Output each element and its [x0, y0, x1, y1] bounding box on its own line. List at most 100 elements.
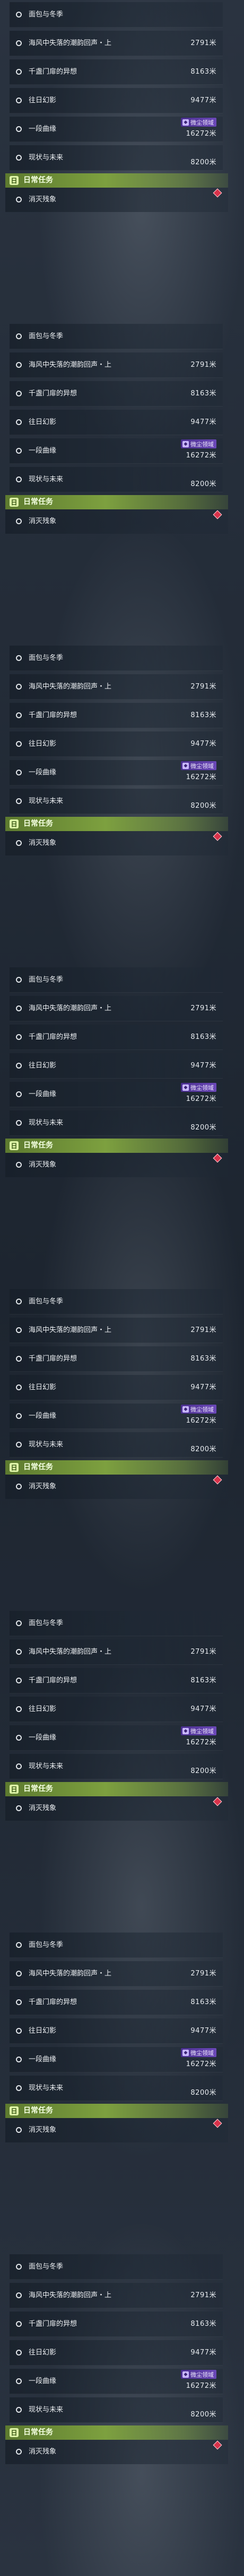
quest-row[interactable]: 现状与未来 8200米: [10, 2397, 223, 2423]
quest-marker-icon: [16, 1942, 22, 1948]
quest-row[interactable]: 千盏门扉的异想 8163米: [10, 1346, 223, 1372]
quest-row[interactable]: 往日幻影 9477米: [10, 1697, 223, 1722]
quest-row[interactable]: 面包与冬季: [10, 324, 223, 349]
quest-row[interactable]: 现状与未来 8200米: [10, 467, 223, 492]
quest-row[interactable]: 海风中失落的潮韵回声・上 2791米: [10, 1639, 223, 1665]
quest-distance: 8163米: [190, 68, 216, 76]
quest-row[interactable]: 海风中失落的潮韵回声・上 2791米: [10, 674, 223, 700]
quest-row[interactable]: 现状与未来 8200米: [10, 2076, 223, 2101]
quest-row[interactable]: 千盏门扉的异想 8163米: [10, 1668, 223, 1693]
quest-marker-icon: [16, 197, 22, 202]
quest-title: 现状与未来: [29, 797, 64, 805]
quest-row[interactable]: 一段曲缘 ◆ 微尘领域 16272米: [10, 1725, 223, 1751]
daily-tasks-header[interactable]: 日日常任务: [5, 2425, 228, 2440]
daily-tasks-header[interactable]: 日日常任务: [5, 495, 228, 509]
quest-row[interactable]: 一段曲缘 ◆ 微尘领域 16272米: [10, 438, 223, 464]
quest-row[interactable]: 往日幻影 9477米: [10, 410, 223, 435]
quest-marker-icon: [16, 419, 22, 425]
quest-distance: 8163米: [190, 1355, 216, 1363]
quest-row[interactable]: 现状与未来 8200米: [10, 789, 223, 814]
quest-row[interactable]: 现状与未来 8200米: [10, 1432, 223, 1458]
quest-title: 一段曲缘: [29, 769, 57, 777]
daily-tasks-header[interactable]: 日日常任务: [5, 1460, 228, 1475]
quest-title: 一段曲缘: [29, 447, 57, 455]
daily-tasks-header[interactable]: 日日常任务: [5, 173, 228, 188]
quest-row[interactable]: 现状与未来 8200米: [10, 1110, 223, 1136]
daily-tasks-label: 日常任务: [23, 1141, 53, 1150]
daily-tasks-header[interactable]: 日日常任务: [5, 817, 228, 831]
quest-title: 现状与未来: [29, 2406, 64, 2414]
daily-quest-row[interactable]: 消灭残象: [5, 2118, 228, 2142]
quest-title: 往日幻影: [29, 1062, 57, 1070]
quest-row[interactable]: 面包与冬季: [10, 2, 223, 28]
quest-row[interactable]: 往日幻影 9477米: [10, 2340, 223, 2366]
daily-quest-row[interactable]: 消灭残象: [5, 2440, 228, 2464]
quest-row[interactable]: 海风中失落的潮韵回声・上 2791米: [10, 2283, 223, 2308]
quest-row[interactable]: 往日幻影 9477米: [10, 1053, 223, 1079]
daily-quest-row[interactable]: 消灭残象: [5, 1796, 228, 1821]
quest-row[interactable]: 一段曲缘 ◆ 微尘领域 16272米: [10, 2369, 223, 2394]
daily-quest-row[interactable]: 消灭残象: [5, 831, 228, 855]
quest-distance: 8200米: [190, 1445, 216, 1453]
quest-row[interactable]: 面包与冬季: [10, 1611, 223, 1636]
quest-distance: 2791米: [190, 39, 216, 47]
daily-quest-row[interactable]: 消灭残象: [5, 188, 228, 212]
quest-row[interactable]: 一段曲缘 ◆ 微尘领域 16272米: [10, 760, 223, 786]
domain-badge-label: 微尘领域: [190, 1084, 214, 1091]
domain-badge: ◆ 微尘领域: [181, 761, 216, 770]
daily-tasks-header[interactable]: 日日常任务: [5, 1782, 228, 1796]
quest-row[interactable]: 面包与冬季: [10, 2254, 223, 2280]
quest-row[interactable]: 往日幻影 9477米: [10, 731, 223, 757]
quest-row[interactable]: 千盏门扉的异想 8163米: [10, 1025, 223, 1050]
quest-row[interactable]: 往日幻影 9477米: [10, 88, 223, 113]
quest-row[interactable]: 面包与冬季: [10, 646, 223, 671]
quest-title: 千盏门扉的异想: [29, 711, 77, 719]
daily-tasks-header[interactable]: 日日常任务: [5, 2104, 228, 2118]
quest-marker-icon: [16, 1442, 22, 1448]
quest-row[interactable]: 一段曲缘 ◆ 微尘领域 16272米: [10, 1404, 223, 1429]
quest-row[interactable]: 往日幻影 9477米: [10, 1375, 223, 1400]
quest-marker-icon: [16, 1327, 22, 1333]
daily-quest-row[interactable]: 消灭残象: [5, 509, 228, 534]
quest-row[interactable]: 海风中失落的潮韵回声・上 2791米: [10, 352, 223, 378]
quest-distance: 8200米: [190, 2089, 216, 2097]
quest-row[interactable]: 千盏门扉的异想 8163米: [10, 1990, 223, 2015]
quest-title: 往日幻影: [29, 740, 57, 748]
quest-row[interactable]: 一段曲缘 ◆ 微尘领域 16272米: [10, 117, 223, 142]
quest-row[interactable]: 面包与冬季: [10, 1933, 223, 1958]
quest-row[interactable]: 千盏门扉的异想 8163米: [10, 2312, 223, 2337]
daily-quest-row[interactable]: 消灭残象: [5, 1153, 228, 1177]
domain-badge: ◆ 微尘领域: [181, 1405, 216, 1414]
quest-title: 现状与未来: [29, 154, 64, 162]
alert-icon: [213, 1475, 222, 1485]
quest-distance: 9477米: [190, 1383, 216, 1391]
domain-icon: ◆: [182, 119, 189, 126]
quest-row[interactable]: 海风中失落的潮韵回声・上 2791米: [10, 996, 223, 1021]
alert-icon: [213, 510, 222, 519]
quest-row[interactable]: 往日幻影 9477米: [10, 2018, 223, 2044]
daily-quest-title: 消灭残象: [29, 2448, 57, 2456]
quest-distance: 2791米: [190, 1970, 216, 1978]
quest-marker-icon: [16, 40, 22, 46]
quest-distance: 8200米: [190, 1124, 216, 1132]
alert-icon: [213, 1797, 222, 1806]
quest-row[interactable]: 海风中失落的潮韵回声・上 2791米: [10, 1318, 223, 1343]
quest-distance: 2791米: [190, 361, 216, 369]
quest-row[interactable]: 海风中失落的潮韵回声・上 2791米: [10, 31, 223, 56]
quest-row[interactable]: 现状与未来 8200米: [10, 1754, 223, 1779]
daily-quest-row[interactable]: 消灭残象: [5, 1475, 228, 1499]
quest-row[interactable]: 一段曲缘 ◆ 微尘领域 16272米: [10, 1082, 223, 1107]
quest-row[interactable]: 千盏门扉的异想 8163米: [10, 59, 223, 85]
domain-badge-label: 微尘领域: [190, 2049, 214, 2057]
quest-row[interactable]: 现状与未来 8200米: [10, 145, 223, 171]
quest-row[interactable]: 千盏门扉的异想 8163米: [10, 381, 223, 407]
quest-row[interactable]: 海风中失落的潮韵回声・上 2791米: [10, 1961, 223, 1987]
quest-title: 海风中失落的潮韵回声・上: [29, 361, 112, 369]
domain-badge: ◆ 微尘领域: [181, 2370, 216, 2379]
quest-row[interactable]: 千盏门扉的异想 8163米: [10, 703, 223, 728]
quest-row[interactable]: 一段曲缘 ◆ 微尘领域 16272米: [10, 2047, 223, 2072]
quest-marker-icon: [16, 2449, 22, 2455]
quest-row[interactable]: 面包与冬季: [10, 1289, 223, 1315]
quest-row[interactable]: 面包与冬季: [10, 967, 223, 993]
daily-tasks-header[interactable]: 日日常任务: [5, 1139, 228, 1153]
